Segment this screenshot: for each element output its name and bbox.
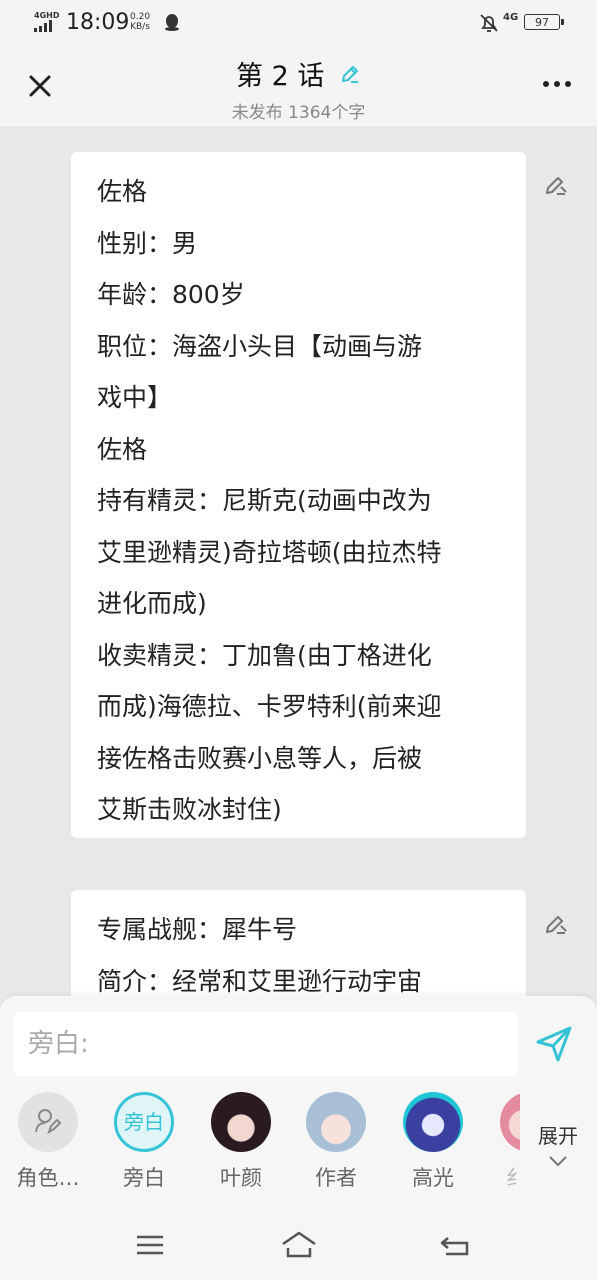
bell-muted-icon <box>480 14 498 32</box>
card-paragraph: 专属战舰：犀牛号 <box>97 915 298 944</box>
role-label: 叶颜 <box>220 1166 262 1190</box>
narrator-avatar: 旁白 <box>114 1092 174 1152</box>
narration-input[interactable]: 旁白: <box>14 1012 518 1076</box>
qq-penguin-icon <box>165 14 179 31</box>
text-card[interactable]: 佐格 性别：男 年龄：800岁 职位：海盗小头目【动画与游 戏中】 佐格 持有精… <box>71 152 526 838</box>
edit-pencil-icon[interactable] <box>339 63 361 85</box>
card-paragraph: 性别：男 <box>97 228 198 258</box>
send-icon[interactable] <box>532 1022 576 1066</box>
chapter-status: 未发布 1364个字 <box>231 103 366 123</box>
role-narrator[interactable]: 旁白 旁白 <box>104 1092 184 1192</box>
chapter-title-text: 第 2 话 <box>236 61 325 92</box>
mobile-data-indicator: 4G <box>503 12 519 23</box>
edit-card-icon[interactable] <box>543 172 569 198</box>
card-paragraph: 年龄：800岁 <box>97 280 245 309</box>
role-author[interactable]: 作者 <box>296 1092 376 1192</box>
role-yeyan[interactable]: 叶颜 <box>201 1092 281 1192</box>
role-gaoguang[interactable]: 高光 <box>393 1092 473 1192</box>
home-icon[interactable] <box>279 1228 319 1262</box>
menu-icon[interactable] <box>134 1230 166 1260</box>
more-options-icon[interactable] <box>540 74 574 94</box>
card-paragraph: 简介：经常和艾里逊行动宇宙 <box>97 966 423 996</box>
author-avatar <box>306 1092 366 1152</box>
signal-icon <box>34 20 56 32</box>
role-label: 角色… <box>16 1166 80 1190</box>
expand-button[interactable]: 展开 <box>533 1120 583 1173</box>
system-nav-bar <box>0 1210 597 1280</box>
card-paragraph: 佐格 <box>97 177 148 206</box>
network-speed: 0.20 KB/s <box>130 12 150 32</box>
network-type: 4GHD <box>34 11 60 20</box>
role-label: 作者 <box>315 1166 357 1190</box>
person-edit-icon <box>35 1109 62 1135</box>
text-card[interactable]: 专属战舰：犀牛号 简介：经常和艾里逊行动宇宙 <box>71 890 526 996</box>
back-icon[interactable] <box>438 1230 472 1260</box>
role-label: 高光 <box>412 1166 454 1190</box>
card-paragraph: 佐格 <box>97 434 148 464</box>
role-partial[interactable]: 纟 <box>490 1092 520 1192</box>
add-role-avatar <box>18 1092 78 1152</box>
card-paragraph: 持有精灵：尼斯克(动画中改为 艾里逊精灵)奇拉塔顿(由拉杰特 进化而成) <box>97 486 442 618</box>
status-bar: 4GHD 18:09 0.20 KB/s 4G 97 <box>0 0 597 46</box>
chapter-title[interactable]: 第 2 话 <box>0 54 597 93</box>
battery-icon: 97 <box>524 14 564 30</box>
partial-avatar <box>500 1092 520 1152</box>
yeyan-avatar <box>211 1092 271 1152</box>
card-paragraph: 收卖精灵：丁加鲁(由丁格进化 而成)海德拉、卡罗特利(前来迎 接佐格击败赛小息等… <box>97 640 442 825</box>
speed-unit: KB/s <box>130 22 150 32</box>
role-add[interactable]: 角色… <box>8 1092 88 1192</box>
composer-panel: 旁白: 角色… 旁白 旁白 叶颜 作者 高光 纟 展开 <box>0 996 597 1210</box>
card-paragraph: 职位：海盗小头目【动画与游 戏中】 <box>97 331 423 413</box>
gaoguang-avatar <box>403 1092 463 1152</box>
edit-card-icon[interactable] <box>543 911 569 937</box>
clock: 18:09 <box>66 10 130 35</box>
role-label: 纟 <box>506 1166 520 1190</box>
chevron-down-icon <box>549 1156 567 1167</box>
role-selector: 角色… 旁白 旁白 叶颜 作者 高光 纟 展开 <box>0 1092 597 1202</box>
top-bar: 第 2 话 未发布 1364个字 <box>0 46 597 126</box>
role-label: 旁白 <box>123 1166 165 1190</box>
chapter-content[interactable]: 佐格 性别：男 年龄：800岁 职位：海盗小头目【动画与游 戏中】 佐格 持有精… <box>0 126 597 996</box>
speed-value: 0.20 <box>130 12 151 22</box>
expand-label: 展开 <box>538 1124 578 1148</box>
